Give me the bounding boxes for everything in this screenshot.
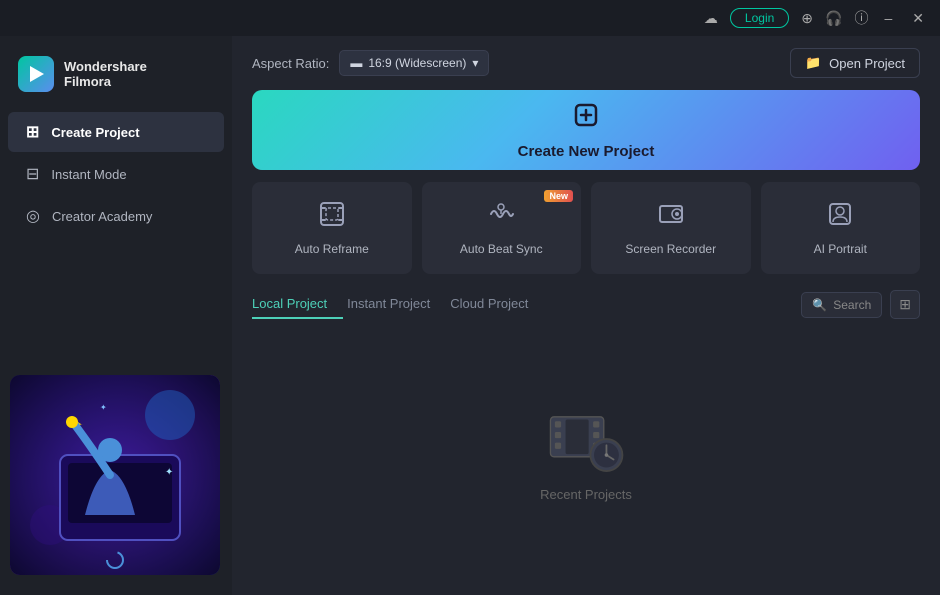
- content-area: Aspect Ratio: ▬ 16:9 (Widescreen) ▾ 📁 Op…: [232, 36, 940, 595]
- title-bar: ☁ Login ⊕ 🎧 ⓘ – ✕: [0, 0, 940, 36]
- tab-actions: 🔍 Search ⊞: [801, 290, 920, 319]
- aspect-ratio-select[interactable]: ▬ 16:9 (Widescreen) ▾: [339, 50, 489, 76]
- auto-beat-sync-icon: [487, 200, 515, 234]
- sidebar: Wondershare Filmora ⊞ Create Project ⊟ I…: [0, 36, 232, 595]
- sidebar-item-creator-academy-label: Creator Academy: [52, 209, 152, 224]
- cloud-icon[interactable]: ☁: [704, 10, 718, 27]
- aspect-ratio-section: Aspect Ratio: ▬ 16:9 (Widescreen) ▾: [252, 50, 489, 76]
- illustration-image: ✦ ✦ ✦: [10, 375, 220, 575]
- feature-card-auto-beat-sync[interactable]: New Auto Beat Sync: [422, 182, 582, 274]
- logo-icon: [18, 56, 54, 92]
- auto-beat-sync-label: Auto Beat Sync: [460, 242, 543, 256]
- ai-portrait-label: AI Portrait: [814, 242, 867, 256]
- folder-icon: 📁: [805, 55, 821, 71]
- empty-state-label: Recent Projects: [540, 487, 632, 502]
- monitor-icon: ▬: [350, 56, 362, 70]
- logo-text: Wondershare Filmora: [64, 59, 147, 89]
- empty-state-icon: [546, 405, 626, 475]
- title-bar-icons: ☁ Login ⊕ 🎧 ⓘ – ✕: [704, 8, 928, 28]
- info-icon[interactable]: ⓘ: [854, 8, 868, 28]
- sidebar-illustration: ✦ ✦ ✦: [0, 365, 232, 585]
- create-project-icon: ⊞: [26, 122, 39, 142]
- minimize-button[interactable]: –: [880, 10, 896, 26]
- feature-card-screen-recorder[interactable]: Screen Recorder: [591, 182, 751, 274]
- create-banner-label: Create New Project: [518, 143, 655, 160]
- feature-card-ai-portrait[interactable]: AI Portrait: [761, 182, 921, 274]
- logo-title: Wondershare: [64, 59, 147, 74]
- create-new-project-banner[interactable]: Create New Project: [252, 90, 920, 170]
- search-placeholder: Search: [833, 298, 871, 312]
- search-box[interactable]: 🔍 Search: [801, 292, 882, 318]
- auto-reframe-label: Auto Reframe: [295, 242, 369, 256]
- sidebar-item-creator-academy[interactable]: ◎ Creator Academy: [8, 196, 224, 236]
- project-tabs: Local Project Instant Project Cloud Proj…: [252, 290, 548, 319]
- login-button[interactable]: Login: [730, 8, 789, 28]
- grid-toggle-button[interactable]: ⊞: [890, 290, 920, 319]
- logo-subtitle: Filmora: [64, 74, 147, 89]
- tab-cloud-project[interactable]: Cloud Project: [450, 290, 544, 319]
- tab-instant-project[interactable]: Instant Project: [347, 290, 446, 319]
- upload-icon[interactable]: ⊕: [801, 10, 813, 27]
- feature-cards: Auto Reframe New Auto Beat Sync: [252, 182, 920, 274]
- empty-state: Recent Projects: [252, 331, 920, 595]
- ai-portrait-icon: [826, 200, 854, 234]
- aspect-ratio-label: Aspect Ratio:: [252, 56, 329, 71]
- aspect-ratio-value: 16:9 (Widescreen): [368, 56, 466, 70]
- chevron-down-icon: ▾: [472, 56, 478, 70]
- screen-recorder-label: Screen Recorder: [625, 242, 716, 256]
- project-section: Local Project Instant Project Cloud Proj…: [232, 290, 940, 595]
- sidebar-item-create-project-label: Create Project: [51, 125, 139, 140]
- close-button[interactable]: ✕: [908, 10, 928, 27]
- search-icon: 🔍: [812, 298, 827, 312]
- instant-mode-icon: ⊟: [26, 164, 39, 184]
- svg-text:✦: ✦: [165, 467, 173, 478]
- main-layout: Wondershare Filmora ⊞ Create Project ⊟ I…: [0, 36, 940, 595]
- sidebar-item-instant-mode-label: Instant Mode: [51, 167, 126, 182]
- content-header: Aspect Ratio: ▬ 16:9 (Widescreen) ▾ 📁 Op…: [232, 36, 940, 90]
- headphone-icon[interactable]: 🎧: [825, 10, 842, 27]
- open-project-button[interactable]: 📁 Open Project: [790, 48, 920, 78]
- svg-text:✦: ✦: [100, 403, 107, 412]
- new-badge: New: [544, 190, 573, 202]
- sidebar-item-instant-mode[interactable]: ⊟ Instant Mode: [8, 154, 224, 194]
- grid-icon: ⊞: [899, 296, 911, 313]
- screen-recorder-icon: [657, 200, 685, 234]
- open-project-label: Open Project: [829, 56, 905, 71]
- tab-local-project[interactable]: Local Project: [252, 290, 343, 319]
- feature-card-auto-reframe[interactable]: Auto Reframe: [252, 182, 412, 274]
- project-tabs-row: Local Project Instant Project Cloud Proj…: [252, 290, 920, 319]
- creator-academy-icon: ◎: [26, 206, 40, 226]
- app-logo: Wondershare Filmora: [0, 46, 232, 112]
- add-project-icon: [572, 101, 600, 135]
- sidebar-item-create-project[interactable]: ⊞ Create Project: [8, 112, 224, 152]
- auto-reframe-icon: [318, 200, 346, 234]
